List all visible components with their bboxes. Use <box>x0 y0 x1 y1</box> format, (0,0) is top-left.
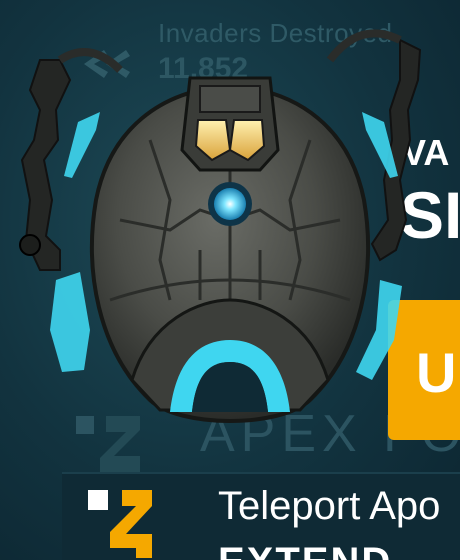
ship-head <box>180 76 280 172</box>
core-light-icon <box>214 188 246 220</box>
spaceship-illustration <box>19 29 422 423</box>
ship-detail-screen: Invaders Destroyed 11,852 APEX FO VA SI … <box>0 0 460 560</box>
